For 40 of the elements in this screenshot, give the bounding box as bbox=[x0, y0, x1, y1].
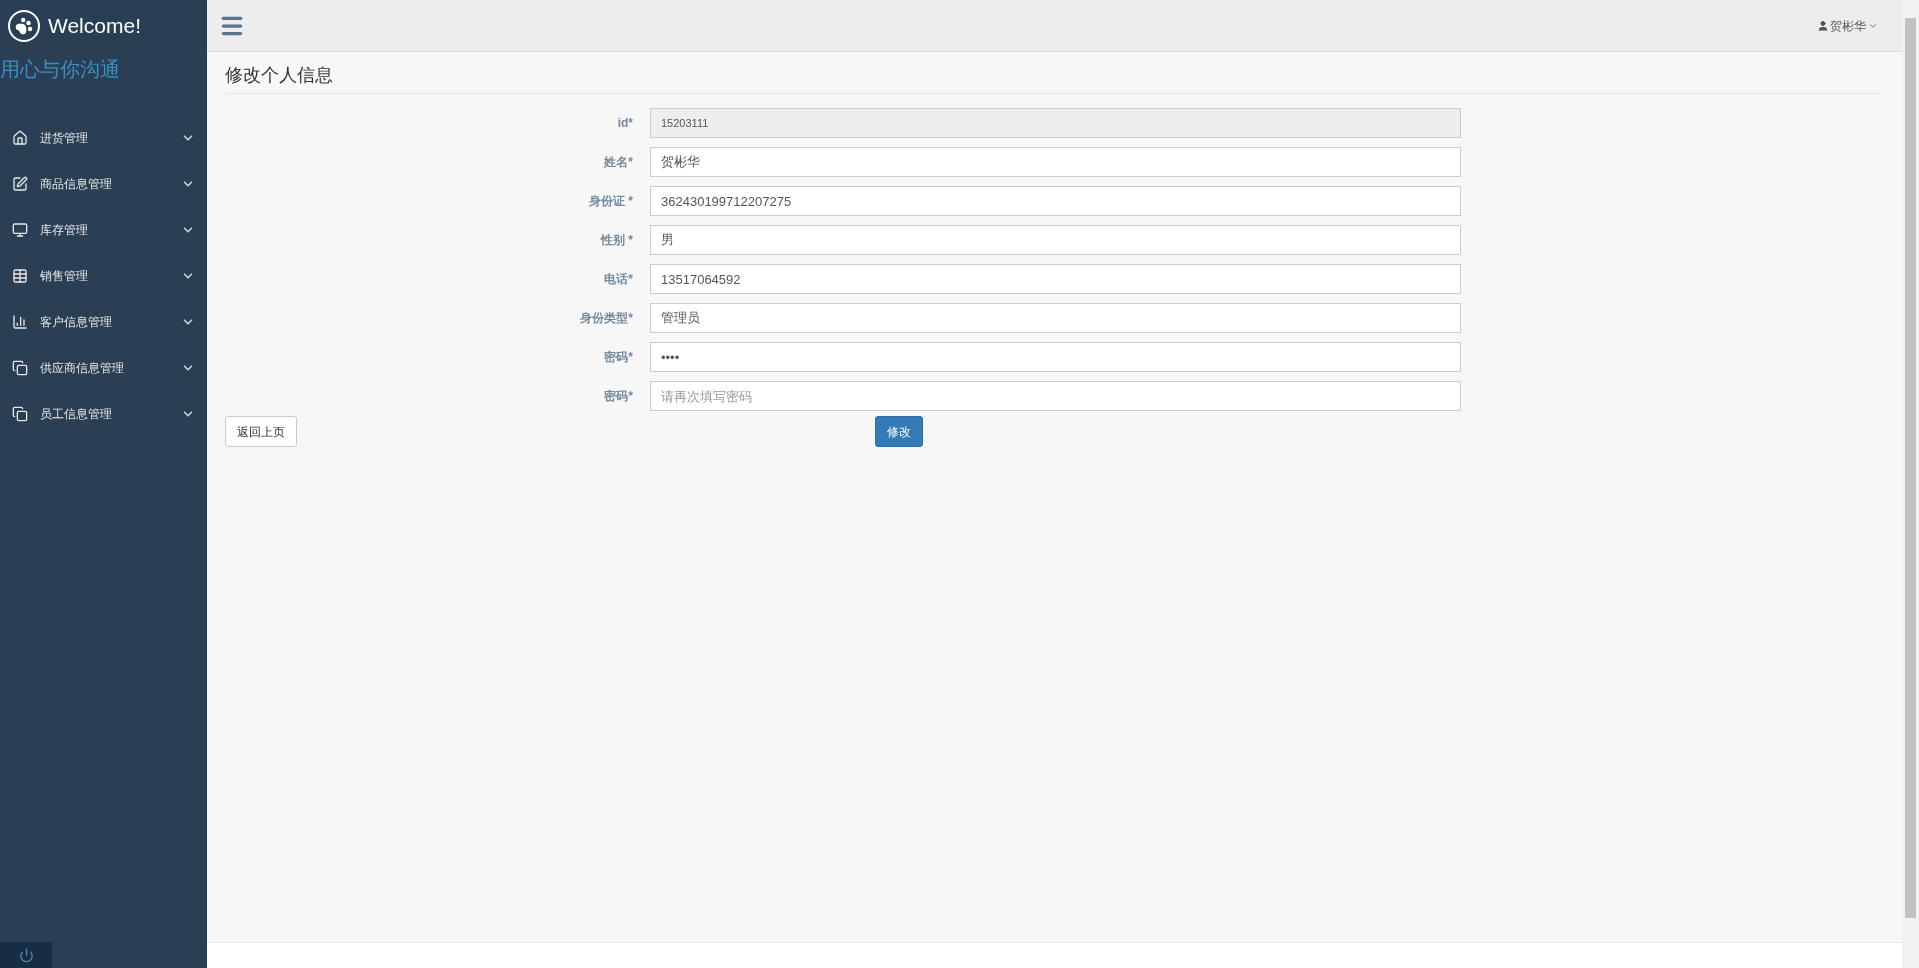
field-label: 密码* bbox=[603, 388, 633, 405]
power-button[interactable] bbox=[0, 942, 52, 968]
field-label: 性别 * bbox=[599, 232, 633, 249]
sidebar-item[interactable]: 客户信息管理 bbox=[0, 299, 207, 345]
field-label: id* bbox=[616, 115, 633, 132]
page-title: 修改个人信息 bbox=[225, 64, 334, 87]
input-field[interactable]: 请再次填写密码 bbox=[650, 381, 1461, 411]
input-field[interactable]: •••• bbox=[650, 342, 1461, 372]
paw-icon bbox=[8, 9, 40, 42]
field-label: 身份类型* bbox=[579, 310, 633, 327]
table-icon bbox=[12, 268, 28, 284]
user-icon bbox=[1817, 19, 1829, 32]
edit-icon bbox=[12, 176, 28, 192]
input-field[interactable]: 男 bbox=[650, 225, 1461, 255]
bar-chart-icon bbox=[12, 314, 28, 330]
sidebar-item[interactable]: 库存管理 bbox=[0, 207, 207, 253]
sidebar-item[interactable]: 员工信息管理 bbox=[0, 391, 207, 437]
monitor-icon bbox=[12, 222, 28, 238]
copy-icon bbox=[12, 406, 28, 422]
power-icon bbox=[18, 947, 34, 963]
sidebar-item[interactable]: 商品信息管理 bbox=[0, 161, 207, 207]
field-label: 姓名* bbox=[603, 154, 633, 171]
input-field[interactable]: 管理员 bbox=[650, 303, 1461, 333]
field-label: 电话* bbox=[603, 271, 633, 288]
field-label: 密码* bbox=[603, 349, 633, 366]
sidebar-item[interactable]: 供应商信息管理 bbox=[0, 345, 207, 391]
brand-title: Welcome! bbox=[48, 12, 141, 39]
input-field[interactable]: 362430199712207275 bbox=[650, 186, 1461, 216]
slogan: 用心与你沟通 bbox=[0, 59, 121, 79]
copy-icon bbox=[12, 360, 28, 376]
field-label: 身份证 * bbox=[588, 193, 633, 210]
input-field[interactable]: 贺彬华 bbox=[650, 147, 1461, 177]
user-menu[interactable]: 贺彬华 bbox=[1817, 16, 1878, 35]
back-button[interactable]: 返回上页 bbox=[225, 416, 297, 447]
sidebar-item[interactable]: 销售管理 bbox=[0, 253, 207, 299]
home-icon bbox=[12, 130, 28, 146]
sidebar-item[interactable]: 进货管理 bbox=[0, 115, 207, 161]
input-field[interactable]: 13517064592 bbox=[650, 264, 1461, 294]
submit-button[interactable]: 修改 bbox=[875, 416, 923, 447]
user-name: 贺彬华 bbox=[1830, 17, 1866, 35]
